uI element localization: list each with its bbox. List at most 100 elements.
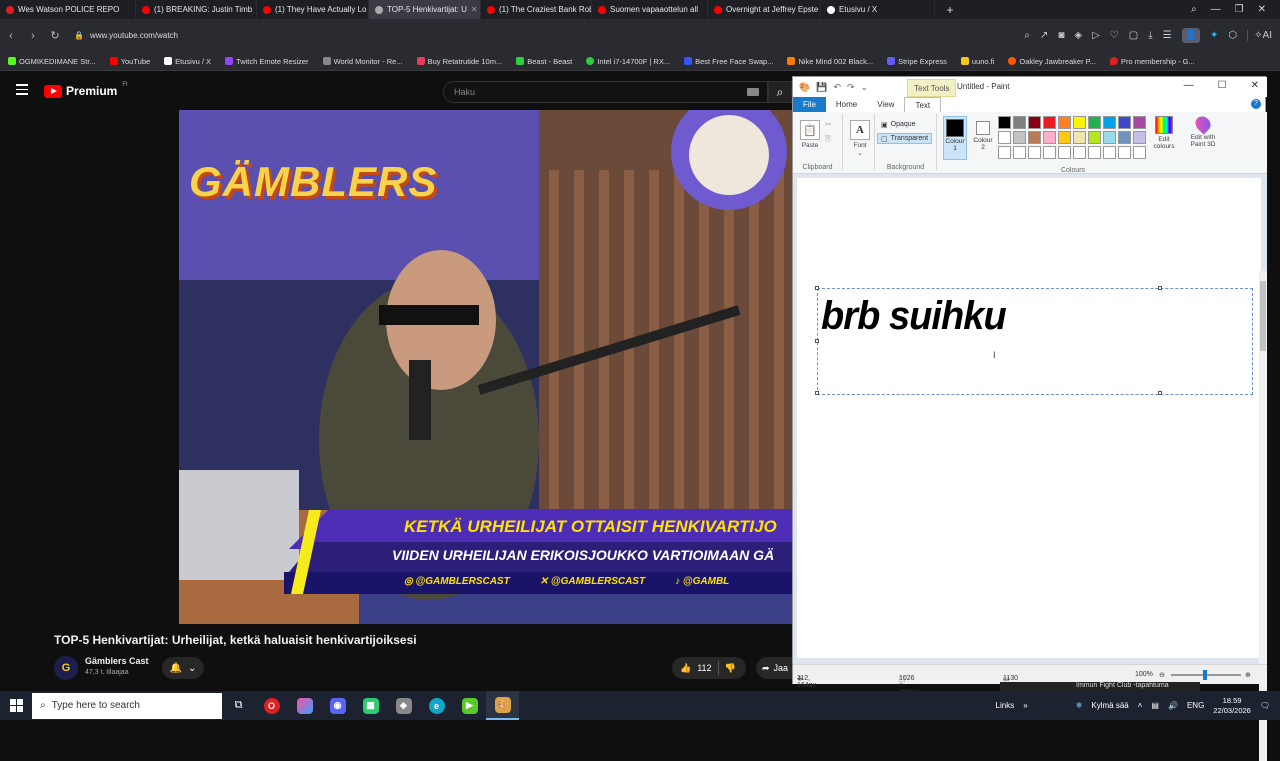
palette-swatch[interactable] <box>1088 116 1101 129</box>
resize-handle[interactable] <box>1158 286 1162 290</box>
bookmark[interactable]: Twitch Emote Resizer <box>225 57 309 66</box>
tab-text[interactable]: Text <box>904 97 942 112</box>
minimize-icon[interactable]: — <box>1211 4 1221 15</box>
start-button[interactable] <box>0 691 32 720</box>
palette-swatch[interactable] <box>1133 116 1146 129</box>
subscribe-bell-button[interactable]: 🔔 ⌄ <box>162 657 204 679</box>
palette-swatch[interactable] <box>998 116 1011 129</box>
bookmark[interactable]: Oakley Jawbreaker P... <box>1008 57 1096 66</box>
palette-swatch[interactable] <box>1133 146 1146 159</box>
paint-3d-taskbar-icon[interactable] <box>288 691 321 720</box>
opaque-option[interactable]: ▣ Opaque <box>877 119 920 130</box>
hamburger-icon[interactable] <box>16 84 28 96</box>
bookmark[interactable]: Beast - Beast <box>516 57 572 66</box>
network-icon[interactable]: ▤ <box>1151 701 1159 710</box>
edit-colours-button[interactable]: Edit colours <box>1150 116 1178 150</box>
scrollbar-thumb[interactable] <box>1260 281 1266 351</box>
share-icon[interactable]: ↗ <box>1040 30 1048 41</box>
close-icon[interactable]: ✕ <box>1251 80 1259 91</box>
vertical-scrollbar[interactable] <box>1259 271 1267 761</box>
bookmark[interactable]: Pro membership - G... <box>1109 57 1195 66</box>
close-tab-icon[interactable]: ✕ <box>471 5 478 14</box>
palette-swatch[interactable] <box>1013 131 1026 144</box>
cube-icon[interactable]: ▢ <box>1129 30 1138 41</box>
maximize-icon[interactable]: ☐ <box>1218 80 1227 91</box>
palette-swatch[interactable] <box>1043 131 1056 144</box>
bookmark[interactable]: Etusivu / X <box>164 57 211 66</box>
colour-1-button[interactable]: Colour 1 <box>943 116 967 160</box>
opera-icon[interactable]: O <box>255 691 288 720</box>
palette-swatch[interactable] <box>1058 116 1071 129</box>
taskbar-search-input[interactable]: ⌕ Type here to search <box>32 692 222 719</box>
chevron-right-icon[interactable]: » <box>1023 701 1027 710</box>
palette-swatch[interactable] <box>1133 131 1146 144</box>
browser-tab[interactable]: Suomen vapaaottelun all <box>592 0 708 19</box>
bookmark[interactable]: World Monitor - Re... <box>322 57 403 66</box>
edit-with-paint-3d-button[interactable]: Edit with Paint 3D <box>1185 113 1221 148</box>
search-button[interactable]: ⌕ <box>768 81 792 103</box>
palette-swatch[interactable] <box>1073 131 1086 144</box>
bookmark[interactable]: Stripe Express <box>887 57 947 66</box>
notification-icon[interactable]: 🗨 <box>1260 701 1270 710</box>
palette-swatch[interactable] <box>1028 131 1041 144</box>
browser-tab[interactable]: Wes Watson POLICE REPO <box>0 0 136 19</box>
chevron-up-icon[interactable]: ˄ <box>1138 701 1143 710</box>
palette-swatch[interactable] <box>1058 131 1071 144</box>
palette-swatch[interactable] <box>1118 131 1131 144</box>
palette-swatch[interactable] <box>1118 146 1131 159</box>
palette-swatch[interactable] <box>1013 146 1026 159</box>
resize-handle[interactable] <box>815 339 819 343</box>
download-icon[interactable]: ⤓ <box>1148 30 1152 41</box>
tab-home[interactable]: Home <box>826 97 867 112</box>
minimize-icon[interactable]: — <box>1184 80 1194 91</box>
undo-icon[interactable]: ↶ <box>833 82 841 93</box>
save-icon[interactable]: 💾 <box>816 82 827 93</box>
copy-icon[interactable]: ⎘ <box>825 134 831 144</box>
palette-swatch[interactable] <box>1013 116 1026 129</box>
palette-swatch[interactable] <box>1058 146 1071 159</box>
address-bar[interactable]: 🔒 www.youtube.com/watch <box>74 27 774 44</box>
maximize-icon[interactable]: ❐ <box>1235 4 1244 15</box>
ai-button[interactable]: ✧AI <box>1247 30 1272 41</box>
palette-swatch[interactable] <box>1043 116 1056 129</box>
browser-tab[interactable]: (1) They Have Actually Lo <box>257 0 369 19</box>
shield-icon[interactable]: ◈ <box>1074 30 1082 41</box>
camera-icon[interactable]: ◙ <box>1058 30 1064 41</box>
browser-tab[interactable]: Etusivu / X <box>821 0 935 19</box>
edge-icon[interactable]: e <box>420 691 453 720</box>
palette-swatch[interactable] <box>1073 146 1086 159</box>
palette-swatch[interactable] <box>1103 116 1116 129</box>
menu-icon[interactable]: ☰ <box>1163 30 1172 41</box>
help-icon[interactable]: ? <box>1251 99 1261 109</box>
media-player-icon[interactable]: ▶ <box>453 691 486 720</box>
paint-taskbar-icon[interactable]: 🎨 <box>486 691 519 720</box>
bookmark[interactable]: YouTube <box>109 57 150 66</box>
youtube-logo[interactable]: Premium FI <box>44 82 128 98</box>
search-icon[interactable]: ⌕ <box>1024 30 1030 41</box>
canvas-text[interactable]: brb suihku <box>821 294 1007 339</box>
tab-file[interactable]: File <box>793 97 826 112</box>
search-tabs-icon[interactable]: ⌕ <box>1191 4 1197 15</box>
palette-swatch[interactable] <box>1088 131 1101 144</box>
palette-swatch[interactable] <box>1103 146 1116 159</box>
resize-handle[interactable] <box>815 391 819 395</box>
extension-icon[interactable]: ✦ <box>1210 30 1218 41</box>
video-player[interactable]: GÄMBLERS KETKÄ URHEILIJAT OTTAISIT HENKI… <box>179 110 792 624</box>
tab-view[interactable]: View <box>867 97 904 112</box>
browser-tab[interactable]: (1) BREAKING: Justin Timb <box>136 0 257 19</box>
discord-icon[interactable]: ◉ <box>321 691 354 720</box>
bookmark[interactable]: uuno.fi <box>960 57 994 66</box>
bookmark[interactable]: OGMIKEDIMANE Str... <box>8 57 96 66</box>
paint-canvas[interactable]: brb suihku I <box>797 178 1261 658</box>
transparent-option[interactable]: ▢ Transparent <box>877 133 933 144</box>
font-button[interactable]: A Font ⌄ <box>849 120 871 157</box>
heart-icon[interactable]: ♡ <box>1110 30 1119 41</box>
bookmark[interactable]: Best Free Face Swap... <box>684 57 773 66</box>
zoom-in-icon[interactable]: ⊕ <box>1245 671 1251 679</box>
palette-swatch[interactable] <box>1073 116 1086 129</box>
zoom-slider-thumb[interactable] <box>1203 670 1207 680</box>
play-icon[interactable]: ▷ <box>1092 30 1100 41</box>
share-button[interactable]: ➦ Jaa <box>756 657 796 679</box>
language-indicator[interactable]: ENG <box>1187 701 1204 710</box>
reload-icon[interactable]: ↻ <box>44 29 66 42</box>
